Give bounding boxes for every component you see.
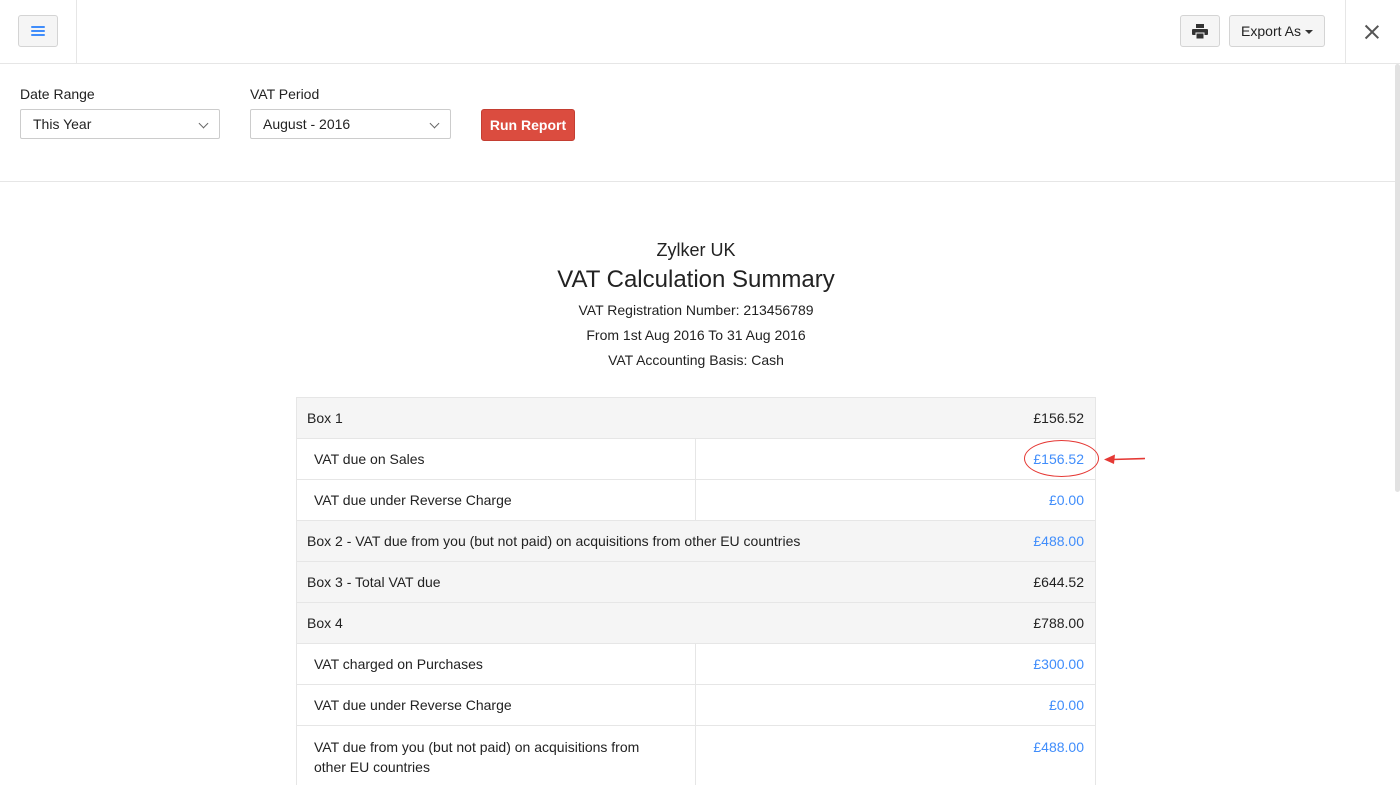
amount-link[interactable]: £488.00 (1033, 737, 1084, 757)
table-row-reverse-charge-purchases: VAT due under Reverse Charge £0.00 (297, 685, 1095, 726)
export-as-button[interactable]: Export As (1229, 15, 1325, 47)
organization-name: Zylker UK (656, 240, 736, 260)
chevron-down-icon (429, 118, 440, 129)
report-period: From 1st Aug 2016 To 31 Aug 2016 (586, 327, 806, 343)
hamburger-menu-button[interactable] (18, 15, 58, 47)
table-row-box-1: Box 1 £156.52 (297, 398, 1095, 439)
report-header: Zylker UK VAT Calculation Summary VAT Re… (0, 236, 1392, 373)
table-row-reverse-charge-sales: VAT due under Reverse Charge £0.00 (297, 480, 1095, 521)
row-amount: £156.52 (1033, 410, 1084, 426)
run-report-button[interactable]: Run Report (481, 109, 575, 141)
top-bar: Export As (0, 0, 1400, 64)
row-label: Box 3 - Total VAT due (307, 574, 441, 590)
close-icon[interactable] (1360, 20, 1384, 44)
vat-accounting-basis: VAT Accounting Basis: Cash (608, 352, 784, 368)
date-range-label: Date Range (20, 86, 95, 102)
amount-link[interactable]: £0.00 (1049, 492, 1084, 508)
row-label: Box 2 - VAT due from you (but not paid) … (307, 533, 801, 549)
table-row-vat-charged-on-purchases: VAT charged on Purchases £300.00 (297, 644, 1095, 685)
scrollbar-thumb[interactable] (1395, 64, 1400, 492)
report-filters: Date Range This Year VAT Period August -… (0, 64, 1400, 182)
hamburger-icon (31, 26, 45, 36)
row-label: VAT charged on Purchases (297, 644, 696, 684)
chevron-down-icon (198, 118, 209, 129)
row-label: Box 1 (307, 410, 343, 426)
date-range-value: This Year (33, 116, 92, 132)
table-row-box-3: Box 3 - Total VAT due £644.52 (297, 562, 1095, 603)
topbar-divider (76, 0, 77, 64)
table-row-eu-acquisitions: VAT due from you (but not paid) on acqui… (297, 726, 1095, 785)
table-row-box-2: Box 2 - VAT due from you (but not paid) … (297, 521, 1095, 562)
table-row-vat-due-on-sales: VAT due on Sales £156.52 (297, 439, 1095, 480)
row-label: VAT due under Reverse Charge (297, 685, 696, 725)
row-amount: £788.00 (1033, 615, 1084, 631)
annotation-arrow-icon (1104, 454, 1146, 464)
row-label: VAT due on Sales (297, 439, 696, 479)
amount-link[interactable]: £488.00 (1033, 533, 1084, 549)
export-as-label: Export As (1241, 23, 1301, 39)
vat-summary-table: Box 1 £156.52 VAT due on Sales £156.52 V… (296, 397, 1096, 785)
row-amount: £644.52 (1033, 574, 1084, 590)
vat-registration-number: VAT Registration Number: 213456789 (578, 302, 814, 318)
vat-period-select[interactable]: August - 2016 (250, 109, 451, 139)
report-title: VAT Calculation Summary (557, 266, 835, 293)
annotation-circle (1024, 440, 1099, 477)
row-label: Box 4 (307, 615, 343, 631)
caret-down-icon (1304, 30, 1313, 34)
printer-icon (1192, 23, 1208, 39)
topbar-divider (1345, 0, 1346, 64)
vat-period-label: VAT Period (250, 86, 320, 102)
date-range-select[interactable]: This Year (20, 109, 220, 139)
vat-period-value: August - 2016 (263, 116, 351, 132)
row-label: VAT due from you (but not paid) on acqui… (297, 726, 696, 785)
amount-link[interactable]: £300.00 (1033, 656, 1084, 672)
table-row-box-4: Box 4 £788.00 (297, 603, 1095, 644)
print-button[interactable] (1180, 15, 1220, 47)
amount-link[interactable]: £0.00 (1049, 697, 1084, 713)
row-label: VAT due under Reverse Charge (297, 480, 696, 520)
